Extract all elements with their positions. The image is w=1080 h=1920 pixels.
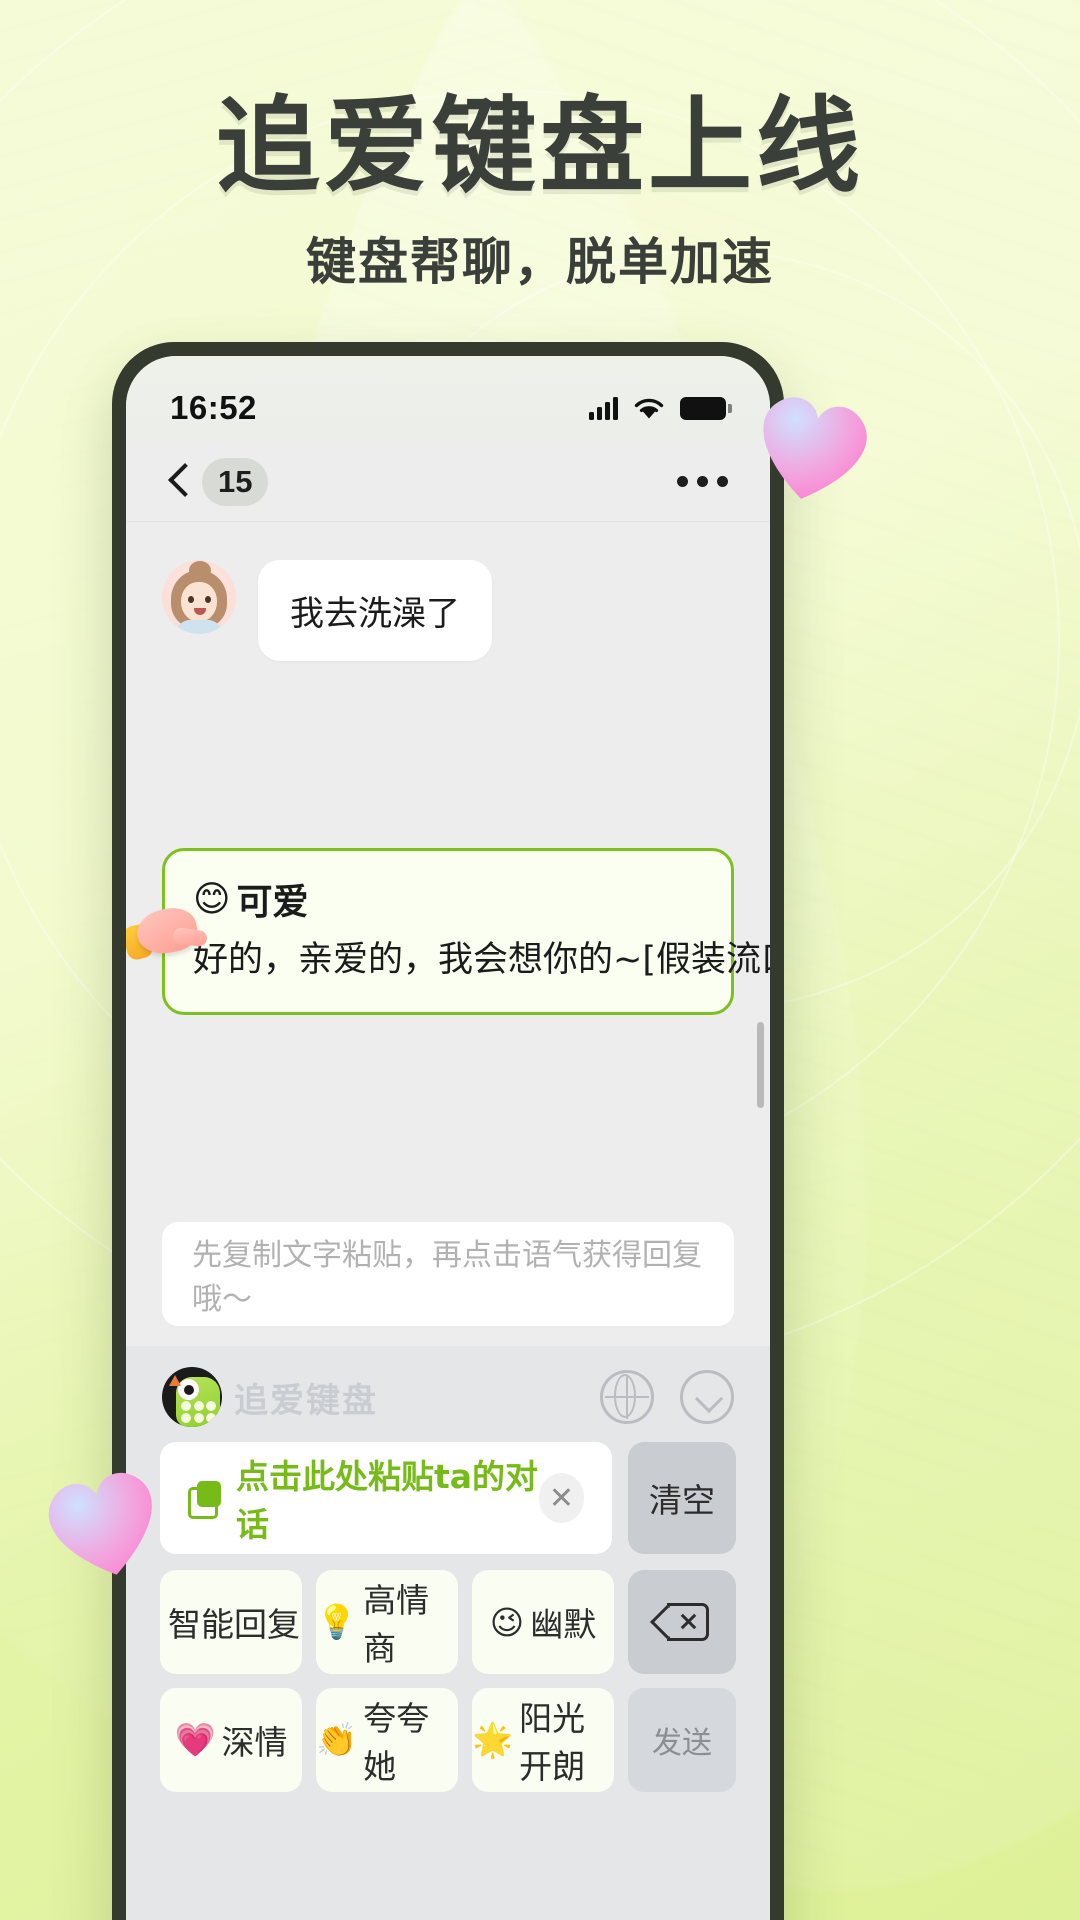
keyboard-paste-row: 点击此处粘贴ta的对话 ✕ 清空 — [148, 1436, 748, 1554]
keyboard-brand-row: 追爱键盘 — [148, 1358, 748, 1436]
tag-button-compliment[interactable]: 👏 夸夸她 — [316, 1688, 458, 1792]
tag-label: 深情 — [221, 1723, 288, 1762]
signal-bars-icon — [589, 396, 618, 420]
reply-suggestion-card[interactable]: 😊 可爱 好的，亲爱的，我会想你的~[假装流口水] — [126, 848, 770, 1016]
send-key[interactable]: 发送 — [628, 1688, 736, 1792]
copy-icon — [188, 1481, 222, 1519]
incoming-message-bubble: 我去洗澡了 — [258, 560, 492, 661]
keyboard-tag-row-2: 💗 深情 👏 夸夸她 🌟 阳光开朗 发送 — [160, 1688, 736, 1792]
battery-icon — [680, 396, 732, 420]
tag-emoji: 😉 — [489, 1602, 525, 1642]
keyboard-tag-row-1: 智能回复 💡 高情商 😉 幽默 — [160, 1570, 736, 1674]
tag-button-humor[interactable]: 😉 幽默 — [472, 1570, 614, 1674]
status-bar-clock: 16:52 — [170, 389, 257, 426]
status-bar-indicators — [589, 395, 732, 421]
globe-icon[interactable] — [600, 1370, 654, 1424]
reply-tone-emoji: 😊 — [193, 878, 231, 920]
tag-label: 阳光开朗 — [519, 1699, 586, 1786]
reply-suggestion-text: 好的，亲爱的，我会想你的~[假装流口水] — [193, 940, 770, 980]
tag-label: 幽默 — [530, 1605, 597, 1644]
phone-mockup: 16:52 15 我去洗澡了 😊 可爱 好的，亲爱的，我会想你的~[假装流 先复… — [112, 342, 784, 1920]
backspace-icon — [650, 1603, 709, 1641]
send-key-label: 发送 — [652, 1726, 712, 1761]
clear-button[interactable]: 清空 — [628, 1442, 736, 1554]
custom-keyboard: 追爱键盘 点击此处粘贴ta的对话 ✕ 清空 智能回复 💡 高情商 😉 幽默 💗 … — [126, 1346, 770, 1920]
poster-headline: 追爱键盘上线 — [215, 85, 864, 207]
tag-button-high-eq[interactable]: 💡 高情商 — [316, 1570, 458, 1674]
back-chevron-icon[interactable] — [166, 464, 188, 500]
unread-count-badge[interactable]: 15 — [202, 457, 269, 506]
tag-emoji: 🌟 — [472, 1720, 514, 1759]
paste-conversation-button[interactable]: 点击此处粘贴ta的对话 ✕ — [160, 1442, 612, 1554]
phone-screen: 16:52 15 我去洗澡了 😊 可爱 好的，亲爱的，我会想你的~[假装流 先复… — [126, 356, 770, 1920]
reply-tone-label: 可爱 — [236, 882, 309, 923]
chat-area: 我去洗澡了 😊 可爱 好的，亲爱的，我会想你的~[假装流口水] — [126, 522, 770, 1206]
keyboard-brand-name: 追爱键盘 — [234, 1380, 378, 1421]
more-dots-icon[interactable] — [677, 476, 728, 487]
reply-tone-header: 😊 可爱 — [193, 873, 703, 925]
scrollbar-thumb[interactable] — [757, 1022, 764, 1108]
tag-button-sunny[interactable]: 🌟 阳光开朗 — [472, 1688, 614, 1792]
tag-button-smart-reply[interactable]: 智能回复 — [160, 1570, 302, 1674]
tag-emoji: 💗 — [174, 1720, 216, 1759]
chat-input-area: 先复制文字粘贴，再点击语气获得回复哦～ — [126, 1206, 770, 1346]
wifi-icon — [634, 398, 664, 419]
tag-label: 智能回复 — [168, 1605, 300, 1644]
keyboard-tag-grid: 智能回复 💡 高情商 😉 幽默 💗 深情 👏 夸夸她 🌟 阳光开朗 发送 — [148, 1554, 748, 1792]
nav-bar: 15 — [126, 442, 770, 522]
close-icon[interactable]: ✕ — [538, 1473, 584, 1523]
app-logo-icon — [162, 1367, 222, 1427]
backspace-key[interactable] — [628, 1570, 736, 1674]
keyboard-brand-actions — [600, 1370, 734, 1424]
tag-label: 高情商 — [363, 1581, 430, 1668]
chat-input-field[interactable]: 先复制文字粘贴，再点击语气获得回复哦～ — [162, 1222, 734, 1326]
chevron-down-icon[interactable] — [680, 1370, 734, 1424]
tag-label: 夸夸她 — [363, 1699, 430, 1786]
tag-button-affectionate[interactable]: 💗 深情 — [160, 1688, 302, 1792]
poster-subtitle: 键盘帮聊，脱单加速 — [306, 233, 774, 291]
tag-emoji: 💡 — [316, 1602, 358, 1641]
girl-avatar — [162, 560, 236, 634]
incoming-message-row: 我去洗澡了 — [162, 560, 734, 661]
tag-emoji: 👏 — [316, 1720, 358, 1759]
paste-button-label: 点击此处粘贴ta的对话 — [236, 1457, 539, 1544]
status-bar: 16:52 — [126, 356, 770, 442]
